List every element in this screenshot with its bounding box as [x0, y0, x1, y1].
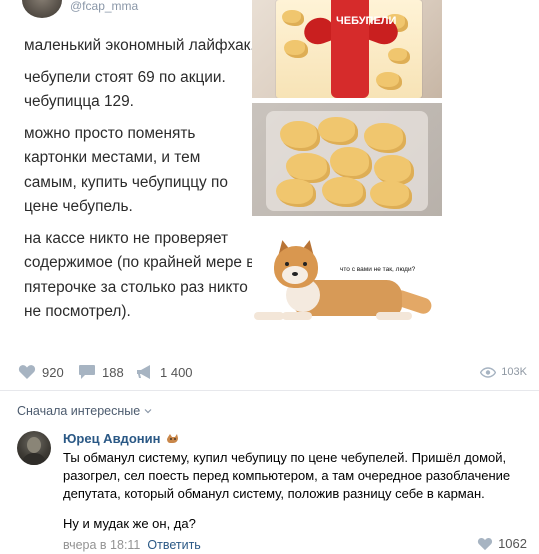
chevron-down-icon — [144, 409, 152, 414]
post-paragraph: чебупели стоят 69 по акции. чебупицца 12… — [24, 68, 226, 111]
dog-paw — [282, 312, 312, 320]
heart-icon — [477, 537, 493, 550]
pastry-tray — [266, 111, 428, 211]
post-paragraph: маленький экономный лайфхак. — [24, 37, 255, 54]
dog-paw — [254, 312, 284, 320]
views-counter: 103K — [480, 366, 527, 378]
post-paragraph: на кассе никто не проверяет содержимое (… — [24, 229, 255, 321]
sort-label: Сначала интересные — [17, 404, 141, 418]
dog-nose — [292, 272, 298, 276]
dog-caption: что с вами не так, люди? — [340, 266, 416, 273]
divider — [0, 390, 539, 391]
like-count: 920 — [42, 364, 64, 380]
comment-bubble-icon — [79, 365, 95, 379]
post-stats: 920 188 1 400 103K — [0, 360, 539, 384]
source-avatar[interactable] — [22, 0, 62, 18]
comments-sort-dropdown[interactable]: Сначала интересные — [17, 404, 152, 418]
comment-text: Ты обманул систему, купил чебупицу по це… — [63, 450, 511, 501]
comment-like-count: 1062 — [498, 536, 527, 551]
post-paragraph: можно просто поменять картонки местами, … — [24, 124, 228, 216]
eye-icon — [480, 366, 497, 378]
post-text: маленький экономный лайфхак. чебупели ст… — [24, 34, 256, 332]
dog-eye — [285, 262, 289, 266]
comment-button[interactable]: 188 — [78, 364, 124, 380]
dog-paw — [376, 312, 412, 320]
views-count: 103K — [501, 366, 527, 378]
repost-button[interactable]: 1 400 — [136, 364, 193, 380]
package-label: ЧЕБУПЕЛИ — [336, 16, 396, 27]
author-name: Юрец Авдонин — [63, 431, 161, 446]
avatar-photo — [21, 437, 47, 465]
comment-time[interactable]: вчера в 18:11 — [63, 538, 140, 552]
comment-meta: вчера в 18:11 Ответить — [63, 538, 201, 552]
comment-avatar[interactable] — [17, 431, 51, 465]
post-image-pastries[interactable] — [252, 103, 442, 216]
comment-author[interactable]: Юрец Авдонин — [63, 431, 180, 446]
comment-text-followup: Ну и мудак же он, да? — [63, 516, 196, 531]
dog-eye — [303, 262, 307, 266]
reply-button[interactable]: Ответить — [147, 538, 200, 552]
megaphone-icon — [137, 365, 150, 379]
heart-icon — [18, 365, 36, 379]
source-handle[interactable]: @fcap_mma — [70, 0, 138, 12]
post-image-package[interactable]: ЧЕБУПЕЛИ — [252, 0, 442, 98]
package-box: ЧЕБУПЕЛИ — [276, 0, 422, 98]
like-button[interactable]: 920 — [18, 364, 64, 380]
comment-count: 188 — [102, 364, 124, 380]
post-image-dog-meme[interactable]: что с вами не так, люди? — [252, 232, 442, 332]
comment-like-button[interactable]: 1062 — [477, 536, 527, 551]
dog-badge-icon — [167, 433, 179, 443]
repost-count: 1 400 — [160, 364, 193, 380]
